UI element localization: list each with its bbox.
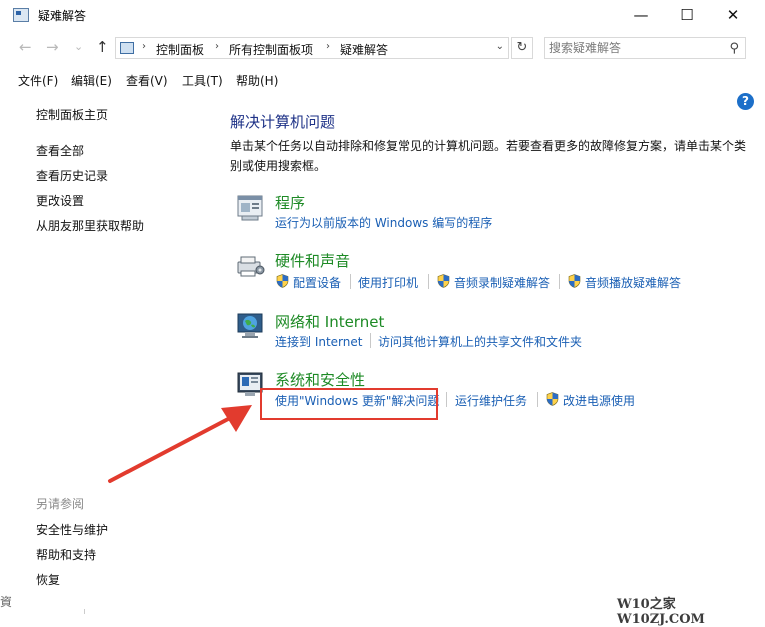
- divider: [84, 609, 85, 614]
- annotation-arrow: [108, 405, 252, 483]
- clipped-character: 資: [0, 595, 13, 609]
- watermark-text: W10之家 W10ZJ.COM: [617, 597, 705, 627]
